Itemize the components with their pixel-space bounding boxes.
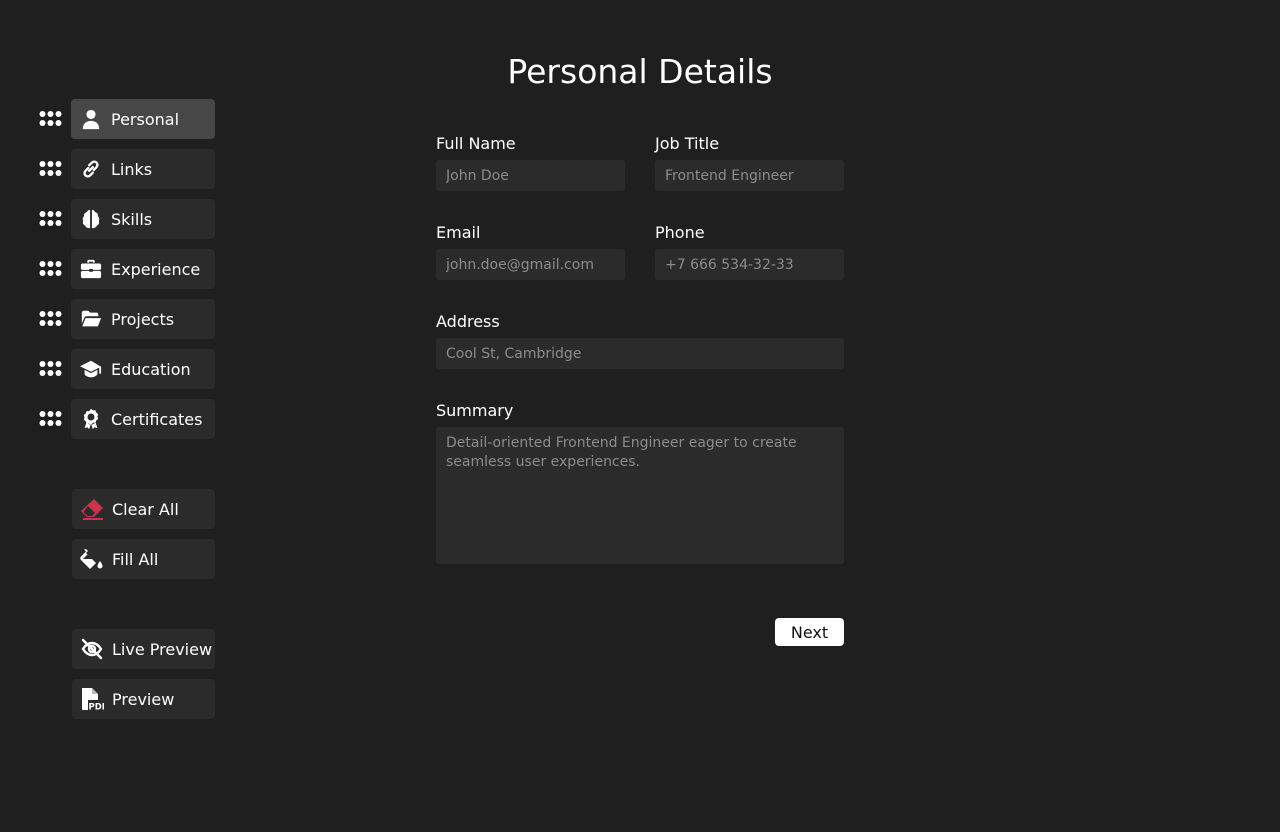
sidebar-item-label: Education xyxy=(111,359,191,379)
sidebar-item-experience[interactable]: Experience xyxy=(71,249,215,289)
sidebar-item-skills[interactable]: Skills xyxy=(71,199,215,239)
phone-label: Phone xyxy=(655,223,705,242)
next-button[interactable]: Next xyxy=(775,618,844,646)
sidebar-item-label: Skills xyxy=(111,209,153,229)
fill-bucket-icon xyxy=(80,547,104,571)
fill-all-button[interactable]: Fill All xyxy=(72,539,215,579)
email-field[interactable] xyxy=(436,249,625,280)
sidebar-item-label: Personal xyxy=(111,109,180,129)
drag-handle-icon[interactable] xyxy=(39,110,62,128)
sidebar-item-links[interactable]: Links xyxy=(71,149,215,189)
folder-open-icon xyxy=(79,307,103,331)
user-icon xyxy=(79,107,103,131)
sidebar-item-label: Certificates xyxy=(111,409,203,429)
summary-textarea[interactable] xyxy=(436,427,844,564)
page-title: Personal Details xyxy=(507,52,773,91)
clear-all-label: Clear All xyxy=(112,499,179,519)
sidebar-item-education[interactable]: Education xyxy=(71,349,215,389)
pdf-file-icon: PDF xyxy=(80,687,104,711)
drag-handle-icon[interactable] xyxy=(39,360,62,378)
address-field[interactable] xyxy=(436,338,844,369)
briefcase-icon xyxy=(79,257,103,281)
address-label: Address xyxy=(436,312,500,331)
live-preview-button[interactable]: Live Preview xyxy=(72,629,215,669)
preview-button[interactable]: PDF Preview xyxy=(72,679,215,719)
svg-text:PDF: PDF xyxy=(89,703,105,712)
clear-all-button[interactable]: Clear All xyxy=(72,489,215,529)
sidebar-item-certificates[interactable]: Certificates xyxy=(71,399,215,439)
phone-field[interactable] xyxy=(655,249,844,280)
sidebar-item-personal[interactable]: Personal xyxy=(71,99,215,139)
summary-label: Summary xyxy=(436,401,514,420)
eye-slash-icon xyxy=(80,637,104,661)
full-name-label: Full Name xyxy=(436,134,516,153)
drag-handle-icon[interactable] xyxy=(39,210,62,228)
sidebar-item-projects[interactable]: Projects xyxy=(71,299,215,339)
graduation-cap-icon xyxy=(79,357,103,381)
award-icon xyxy=(79,407,103,431)
drag-handle-icon[interactable] xyxy=(39,160,62,178)
preview-label: Preview xyxy=(112,689,175,709)
eraser-icon xyxy=(80,497,104,521)
sidebar-item-label: Experience xyxy=(111,259,201,279)
fill-all-label: Fill All xyxy=(112,549,159,569)
sidebar-item-label: Links xyxy=(111,159,153,179)
full-name-input[interactable] xyxy=(436,160,625,191)
drag-handle-icon[interactable] xyxy=(39,260,62,278)
job-title-input[interactable] xyxy=(655,160,844,191)
link-icon xyxy=(79,157,103,181)
job-title-label: Job Title xyxy=(655,134,720,153)
drag-handle-icon[interactable] xyxy=(39,410,62,428)
drag-handle-icon[interactable] xyxy=(39,310,62,328)
live-preview-label: Live Preview xyxy=(112,639,213,659)
sidebar-item-label: Projects xyxy=(111,309,175,329)
brain-icon xyxy=(79,207,103,231)
email-label: Email xyxy=(436,223,481,242)
